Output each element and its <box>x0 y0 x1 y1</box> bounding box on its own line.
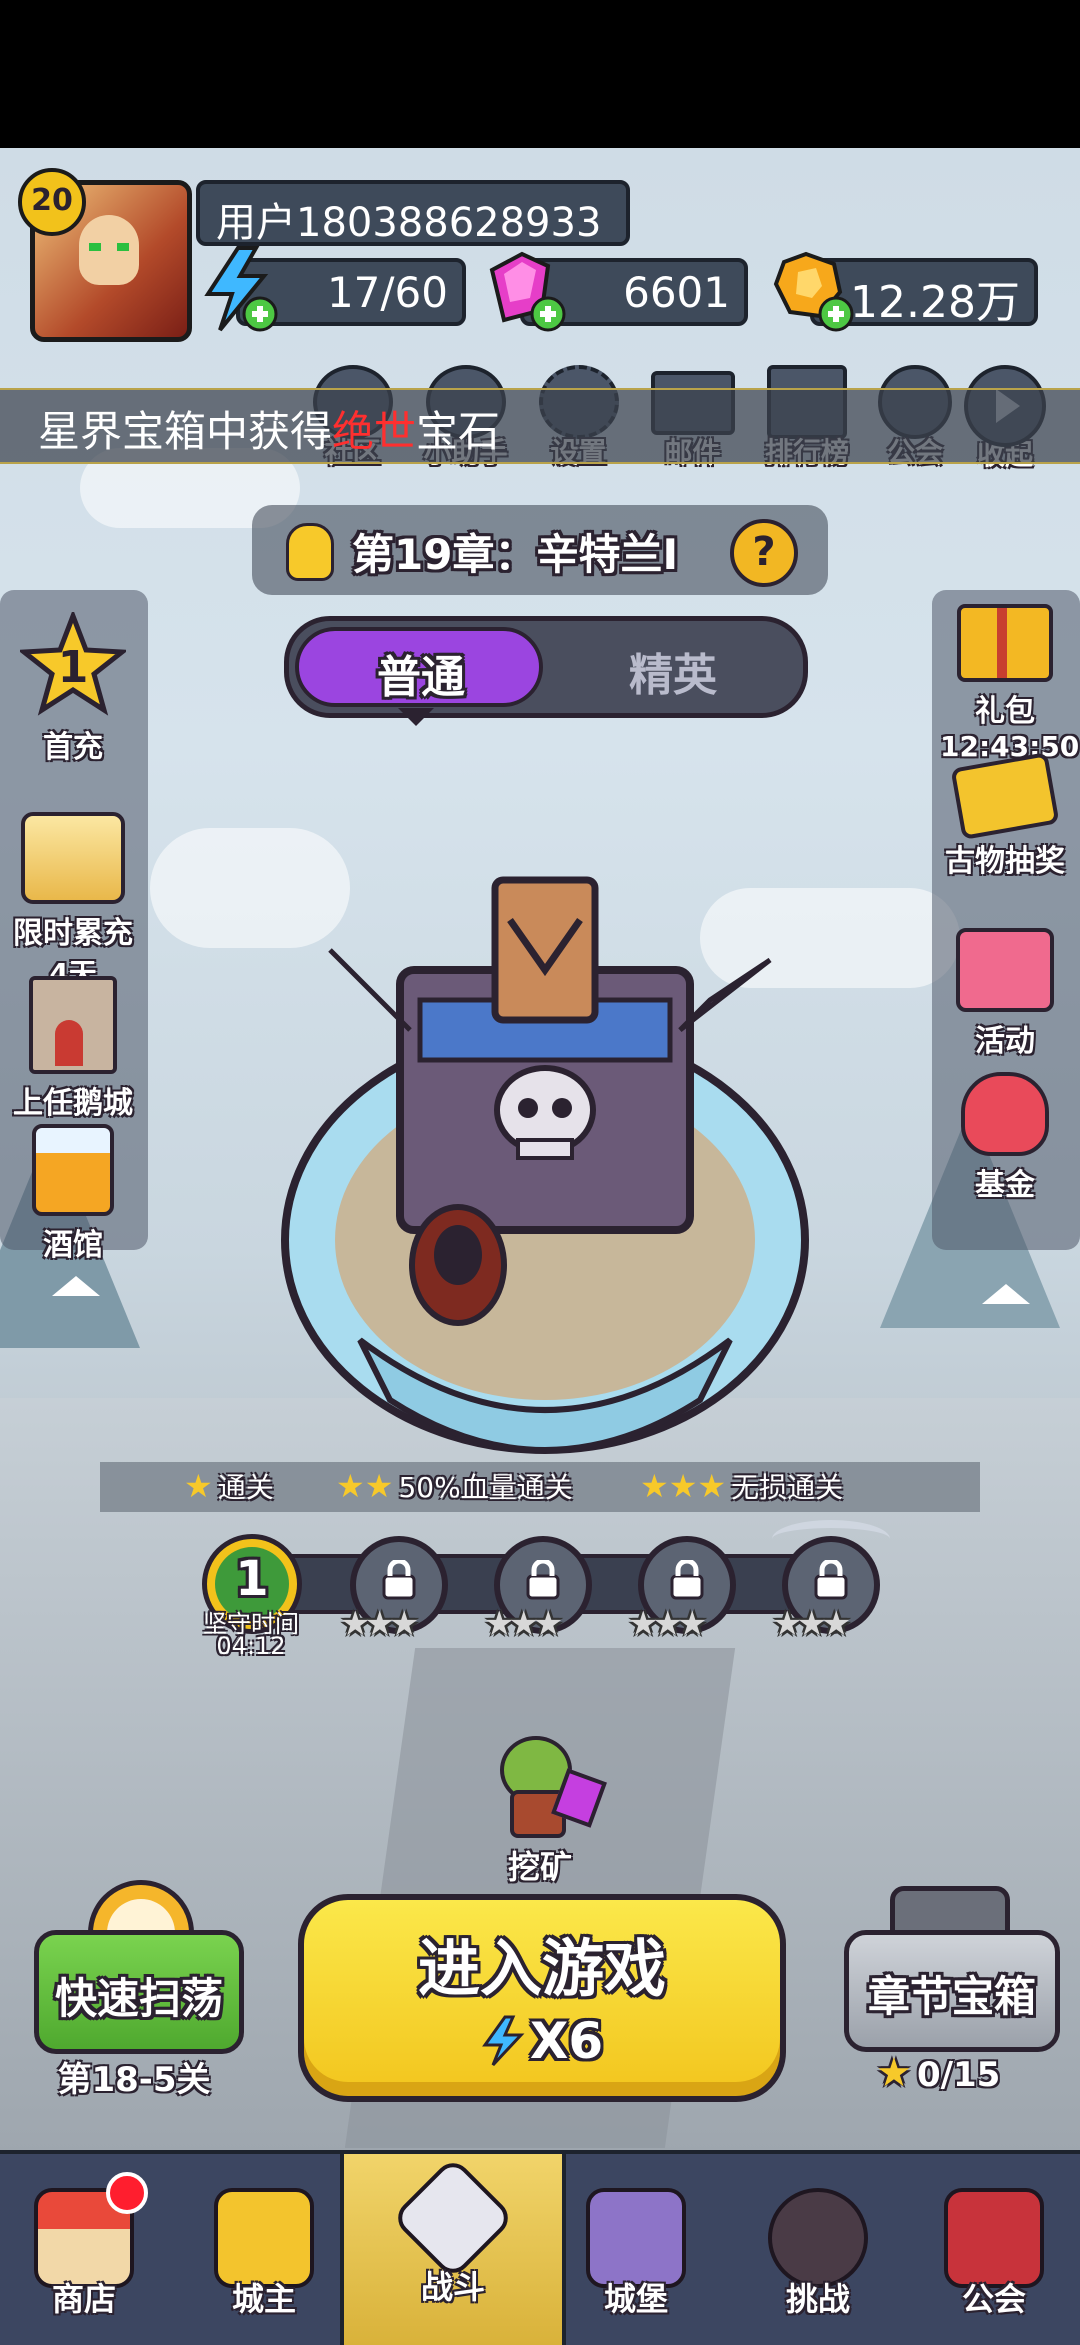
nav-castle[interactable]: 城堡 <box>552 2154 720 2345</box>
chapter-island[interactable] <box>270 860 820 1460</box>
gift-box-stars-icon <box>956 928 1054 1012</box>
lightning-icon <box>481 2015 525 2067</box>
stage-node-current-time: 04:12 <box>216 1632 286 1660</box>
chapter-chest-button[interactable]: 章节宝箱 <box>844 1930 1060 2052</box>
gold-add-icon[interactable] <box>768 250 858 334</box>
mining-button[interactable]: 挖矿 <box>450 1720 630 1890</box>
relic-draw-button[interactable]: 古物抽奖 <box>930 752 1080 880</box>
left-sidebar-collapse[interactable] <box>52 1276 100 1296</box>
tavern-button[interactable]: 酒馆 <box>8 1124 138 1264</box>
star-conditions-bar: ★ 通关 ★★ 50%血量通关 ★★★ 无损通关 <box>100 1462 980 1512</box>
gift-pack-button[interactable]: 礼包 12:43:50 <box>940 604 1079 763</box>
first-charge-button[interactable]: 1 首充 <box>8 608 138 766</box>
status-bar <box>0 0 1080 148</box>
quick-sweep-button[interactable]: 快速扫荡 <box>34 1930 244 2054</box>
stage-stars: ★★★ <box>772 1604 851 1644</box>
crown-icon <box>214 2188 314 2288</box>
help-button[interactable]: ? <box>730 519 798 587</box>
stage-stars: ★★★ <box>340 1604 419 1644</box>
event-button[interactable]: 活动 <box>940 928 1070 1060</box>
goose-city-button[interactable]: 上任鹅城 <box>8 976 138 1122</box>
enter-game-button[interactable]: 进入游戏 X6 <box>298 1894 786 2102</box>
nav-challenge[interactable]: 挑战 <box>734 2154 902 2345</box>
bottom-nav: 商店 城主 战斗 城堡 挑战 公会 <box>0 2150 1080 2345</box>
difficulty-tabs: 普通 精英 <box>284 616 808 718</box>
shop-icon <box>34 2172 148 2288</box>
quick-sweep-progress: 第18-5关 <box>57 2060 211 2100</box>
guild-banner-icon <box>944 2188 1044 2288</box>
chapter-chest-stars: ★ 0/15 <box>876 2050 1001 2096</box>
notification-dot <box>106 2172 148 2214</box>
nav-guild[interactable]: 公会 <box>910 2154 1078 2345</box>
castle-tower-icon <box>29 976 117 1074</box>
demon-mask-icon <box>768 2188 868 2288</box>
hourglass-icon <box>21 812 125 904</box>
energy-cost: X6 <box>304 2012 780 2070</box>
lightbulb-icon <box>286 523 334 581</box>
announcement-ticker: 星界宝箱中获得绝世宝石 <box>0 388 1080 464</box>
player-name: 用户180388628933 <box>196 180 630 246</box>
nav-battle[interactable]: 战斗 <box>340 2154 566 2345</box>
stage-stars: ★★★ <box>484 1604 563 1644</box>
tab-normal[interactable]: 普通 <box>295 627 543 707</box>
castle-icon <box>586 2188 686 2288</box>
stage-stars: ★★★ <box>628 1604 707 1644</box>
limited-recharge-button[interactable]: 限时累充 4天 <box>8 812 138 992</box>
tab-elite[interactable]: 精英 <box>589 627 789 707</box>
player-level-badge: 20 <box>18 168 86 236</box>
horns-icon <box>772 1520 890 1558</box>
gift-icon <box>957 604 1053 682</box>
gem-add-icon[interactable] <box>482 250 568 332</box>
ticket-icon <box>950 752 1060 840</box>
nav-lord[interactable]: 城主 <box>180 2154 348 2345</box>
goblin-miner-icon <box>480 1720 607 1840</box>
chapter-title-bar: 第19章：辛特兰Ⅰ ? <box>252 505 828 595</box>
fund-button[interactable]: 基金 <box>940 1072 1070 1204</box>
beer-mug-icon <box>32 1124 114 1216</box>
star-icon: 1 <box>17 608 129 718</box>
energy-add-icon[interactable] <box>198 246 278 332</box>
money-bag-icon <box>961 1072 1049 1156</box>
right-sidebar-collapse[interactable] <box>982 1284 1030 1304</box>
nav-shop[interactable]: 商店 <box>0 2154 168 2345</box>
